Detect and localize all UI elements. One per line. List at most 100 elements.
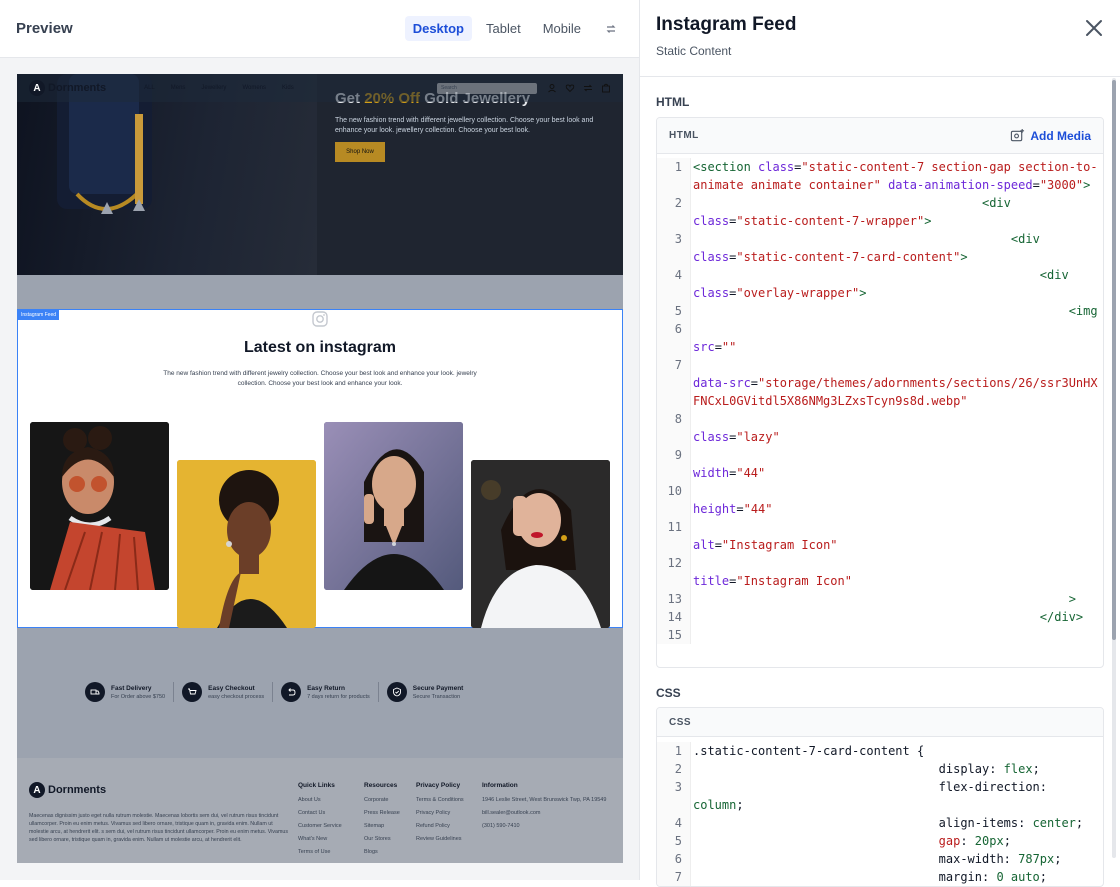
site-canvas: Get 20% Off Gold Jewellery The new fashi…: [17, 74, 623, 863]
truck-icon: [85, 682, 105, 702]
footer-link[interactable]: Review Guidelines: [416, 836, 464, 842]
footer-link[interactable]: What's New: [298, 836, 342, 842]
hero-image: [17, 74, 317, 275]
footer-col-privacy: Privacy Policy Terms & Conditions Privac…: [416, 782, 464, 849]
html-code-editor[interactable]: 1 <section class="static-content-7 sectio…: [657, 154, 1103, 644]
shop-now-button[interactable]: Shop Now: [335, 142, 385, 162]
code-line: 3 <div class="static-content-7-card-cont…: [657, 230, 1103, 266]
footer-logo[interactable]: A Dornments: [29, 782, 106, 798]
instagram-photo-3[interactable]: [324, 422, 463, 590]
rotate-icon[interactable]: [599, 17, 623, 41]
nav-link-jewellery[interactable]: Jewellery: [201, 85, 226, 91]
section-spacer: [17, 275, 623, 309]
add-media-button[interactable]: Add Media: [1010, 128, 1091, 143]
html-editor-label: HTML: [669, 130, 699, 141]
preview-header: Preview Desktop Tablet Mobile: [0, 0, 639, 58]
feature-subtitle: 7 days return for products: [307, 693, 370, 700]
site-search-input[interactable]: Search: [437, 82, 537, 94]
instagram-description: The new fashion trend with different jew…: [163, 370, 477, 387]
instagram-icon: [312, 311, 328, 327]
code-line: 10 height="44": [657, 482, 1103, 518]
footer-phone[interactable]: (301) 590-7410: [482, 823, 607, 829]
heart-icon[interactable]: [565, 83, 575, 93]
footer-link[interactable]: Blogs: [364, 849, 400, 855]
footer-col-title: Quick Links: [298, 782, 335, 789]
feature-title: Fast Delivery: [111, 684, 152, 692]
code-line: 1 .static-content-7-card-content {: [657, 742, 1103, 760]
feature-title: Easy Return: [307, 684, 346, 692]
nav-link-mens[interactable]: Mens: [171, 85, 186, 91]
footer-col-information: Information 1946 Leslie Street, West Bru…: [482, 782, 607, 836]
css-editor-header: CSS: [657, 708, 1103, 737]
code-line: 7 data-src="storage/themes/adornments/se…: [657, 356, 1103, 410]
instagram-feed-section[interactable]: Instagram Feed Latest on instagram The n…: [17, 309, 623, 628]
code-line: 13 >: [657, 590, 1103, 608]
feature-easy-checkout: Easy Checkout easy checkout process: [173, 682, 272, 702]
feature-subtitle: easy checkout process: [208, 693, 265, 700]
instagram-heading: Latest on instagram: [243, 339, 397, 356]
preview-title: Preview: [16, 20, 73, 37]
footer-link[interactable]: Terms & Conditions: [416, 797, 464, 803]
footer-col-quick-links: Quick Links About Us Contact Us Customer…: [298, 782, 342, 862]
editor-scrollbar-thumb[interactable]: [1112, 80, 1116, 640]
code-line: 5 gap: 20px;: [657, 832, 1103, 850]
add-image-icon: [1011, 128, 1025, 142]
user-icon[interactable]: [547, 83, 557, 93]
device-desktop-button[interactable]: Desktop: [404, 16, 472, 41]
preview-pane: Preview Desktop Tablet Mobile Get 20% Of…: [0, 0, 640, 880]
feature-title: Secure Payment: [412, 684, 464, 692]
css-editor-label: CSS: [669, 716, 692, 728]
logo-mark: A: [29, 80, 45, 96]
device-mobile-button[interactable]: Mobile: [535, 16, 589, 41]
html-editor-box: HTML Add Media 1 <section class="static-c…: [656, 117, 1104, 668]
logo-mark: A: [29, 782, 45, 798]
footer-link[interactable]: Terms of Use: [298, 849, 342, 855]
instagram-photo-4[interactable]: [471, 460, 610, 628]
editor-subtitle: Static Content: [656, 44, 732, 58]
editor-header: Instagram Feed Static Content: [640, 0, 1120, 77]
close-icon[interactable]: [1082, 16, 1106, 40]
footer-link[interactable]: Corporate: [364, 797, 400, 803]
footer-link[interactable]: Customer Service: [298, 823, 342, 829]
cart-icon[interactable]: [601, 83, 611, 93]
css-code-editor[interactable]: 1 .static-content-7-card-content { 2 disp…: [657, 737, 1103, 886]
code-line: 12 title="Instagram Icon": [657, 554, 1103, 590]
code-line: 4 align-items: center;: [657, 814, 1103, 832]
footer-about-text: Maecenas dignissim justo eget nulla rutr…: [29, 813, 288, 843]
code-line: 14 </div>: [657, 608, 1103, 626]
site-nav-links: ALL Mens Jewellery Womens Kids: [144, 85, 310, 91]
code-line: 11 alt="Instagram Icon": [657, 518, 1103, 554]
footer-link[interactable]: Contact Us: [298, 810, 342, 816]
footer-link[interactable]: Press Release: [364, 810, 400, 816]
code-line: 8 class="lazy": [657, 410, 1103, 446]
footer-email[interactable]: bill.sealer@outlook.com: [482, 810, 607, 816]
device-tablet-button[interactable]: Tablet: [478, 16, 529, 41]
code-line: 2 display: flex;: [657, 760, 1103, 778]
nav-link-kids[interactable]: Kids: [282, 85, 294, 91]
shield-check-icon: [386, 682, 407, 702]
footer-link[interactable]: Privacy Policy: [416, 810, 464, 816]
footer-link[interactable]: Our Stores: [364, 836, 400, 842]
css-editor-box: CSS 1 .static-content-7-card-content { 2 …: [656, 707, 1104, 887]
footer-link[interactable]: Sitemap: [364, 823, 400, 829]
site-footer: A Dornments Maecenas dignissim justo ege…: [17, 758, 623, 863]
instagram-photo-2[interactable]: [177, 460, 316, 628]
footer-col-title: Information: [482, 782, 518, 789]
compare-icon[interactable]: [583, 83, 593, 93]
logo-text: Dornments: [48, 82, 107, 94]
code-line: 1 <section class="static-content-7 sectio…: [657, 158, 1103, 194]
code-line: 2 <div class="static-content-7-wrapper">: [657, 194, 1103, 230]
code-line: 9 width="44": [657, 446, 1103, 482]
nav-link-womens[interactable]: Womens: [242, 85, 266, 91]
footer-col-title: Resources: [364, 782, 398, 789]
code-line: 6 src="": [657, 320, 1103, 356]
footer-link[interactable]: Refund Policy: [416, 823, 464, 829]
hero-description: The new fashion trend with different jew…: [335, 117, 594, 134]
site-logo[interactable]: A Dornments: [29, 80, 106, 96]
instagram-photo-1[interactable]: [30, 422, 169, 590]
nav-link-all[interactable]: ALL: [144, 85, 155, 91]
site-nav-icons: [547, 83, 611, 93]
hero-banner: Get 20% Off Gold Jewellery The new fashi…: [17, 74, 623, 275]
section-badge: Instagram Feed: [18, 310, 60, 320]
footer-link[interactable]: About Us: [298, 797, 342, 803]
